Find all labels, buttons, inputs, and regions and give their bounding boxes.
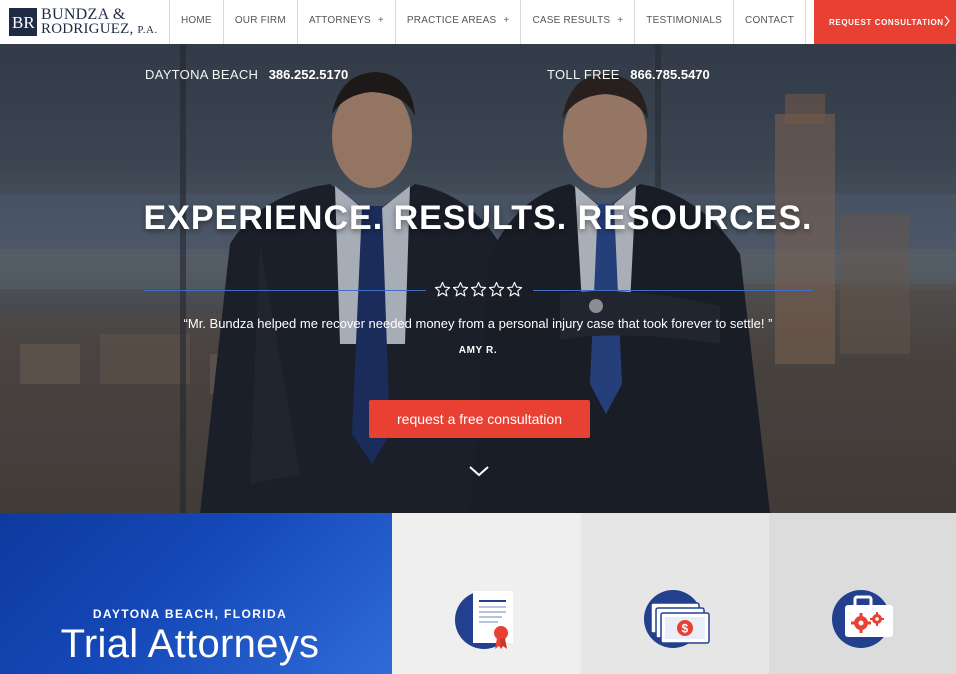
location-subtitle: DAYTONA BEACH, FLORIDA [92, 607, 288, 621]
nav-item-label: CONTACT [745, 15, 795, 26]
divider-line [144, 290, 426, 291]
phone-daytona[interactable]: DAYTONA BEACH 386.252.5170 [145, 66, 348, 84]
phone-toll-free[interactable]: TOLL FREE 866.785.5470 [547, 66, 710, 84]
nav-item-contact[interactable]: CONTACT [734, 0, 807, 44]
divider-line [533, 290, 813, 291]
hero-overlay [0, 44, 956, 513]
money-icon: $ [644, 590, 710, 648]
feature-panel-money[interactable]: $ [581, 513, 769, 674]
plus-icon: + [377, 15, 384, 26]
plus-icon: + [503, 15, 510, 26]
logo-line1: BUNDZA & [41, 5, 126, 23]
logo-mark-icon: BR [9, 8, 37, 36]
features-row: DAYTONA BEACH, FLORIDA Trial Attorneys $ [0, 513, 956, 674]
testimonial-author: AMY R. [458, 345, 498, 356]
phone-number: 866.785.5470 [630, 67, 710, 82]
free-consultation-button[interactable]: request a free consultation [369, 400, 590, 438]
plus-icon: + [617, 15, 624, 26]
logo[interactable]: BR BUNDZA & RODRIGUEZ, P.A. [0, 0, 170, 44]
chevron-down-icon[interactable] [468, 464, 490, 478]
nav-item-our-firm[interactable]: OUR FIRM [224, 0, 298, 44]
site-header: BR BUNDZA & RODRIGUEZ, P.A. HOME OUR FIR… [0, 0, 956, 44]
nav-item-practice-areas[interactable]: PRACTICE AREAS + [396, 0, 522, 44]
request-consultation-label: REQUEST CONSULTATION [829, 17, 944, 27]
panel-title: Trial Attorneys [60, 622, 320, 666]
hero-section: DAYTONA BEACH 386.252.5170 TOLL FREE 866… [0, 44, 956, 513]
star-icon [434, 281, 451, 297]
phone-label: DAYTONA BEACH [145, 67, 259, 82]
star-icon [452, 281, 469, 297]
feature-panel-resources[interactable] [769, 513, 956, 674]
briefcase-gears-icon [832, 590, 893, 648]
nav-item-label: PRACTICE AREAS [406, 15, 497, 26]
hero-headline: EXPERIENCE. RESULTS. RESOURCES. [143, 199, 813, 237]
logo-text: BUNDZA & RODRIGUEZ, P.A. [41, 5, 158, 38]
phone-number: 386.252.5170 [268, 67, 349, 82]
feature-panel-certificate[interactable] [392, 513, 581, 674]
nav-item-label: TESTIMONIALS [646, 15, 723, 26]
chevron-right-icon [944, 15, 950, 27]
free-consultation-label: request a free consultation [397, 411, 562, 427]
phone-label: TOLL FREE [547, 67, 620, 82]
logo-line2-main: RODRIGUEZ, [41, 20, 134, 37]
star-icon [506, 281, 523, 297]
nav-item-label: HOME [181, 15, 212, 26]
logo-line2: RODRIGUEZ, P.A. [41, 20, 158, 38]
certificate-icon [455, 591, 513, 649]
trial-attorneys-panel: DAYTONA BEACH, FLORIDA Trial Attorneys [0, 513, 392, 674]
nav-item-home[interactable]: HOME [170, 0, 224, 44]
star-icon [470, 281, 487, 297]
nav-item-label: CASE RESULTS [532, 15, 611, 26]
nav-item-label: OUR FIRM [234, 15, 286, 26]
request-consultation-button[interactable]: REQUEST CONSULTATION [814, 0, 956, 44]
rating-stars [434, 281, 524, 299]
testimonial-quote: “Mr. Bundza helped me recover needed mon… [183, 316, 773, 331]
logo-mark-text: BR [12, 13, 35, 31]
nav-item-attorneys[interactable]: ATTORNEYS + [298, 0, 396, 44]
logo-line2-suffix: P.A. [137, 23, 158, 36]
nav-item-case-results[interactable]: CASE RESULTS + [521, 0, 636, 44]
nav-item-label: ATTORNEYS [308, 15, 371, 26]
dollar-sign: $ [682, 622, 689, 636]
main-nav: HOME OUR FIRM ATTORNEYS + PRACTICE AREAS… [170, 0, 807, 44]
star-icon [488, 281, 505, 297]
nav-item-testimonials[interactable]: TESTIMONIALS [635, 0, 735, 44]
